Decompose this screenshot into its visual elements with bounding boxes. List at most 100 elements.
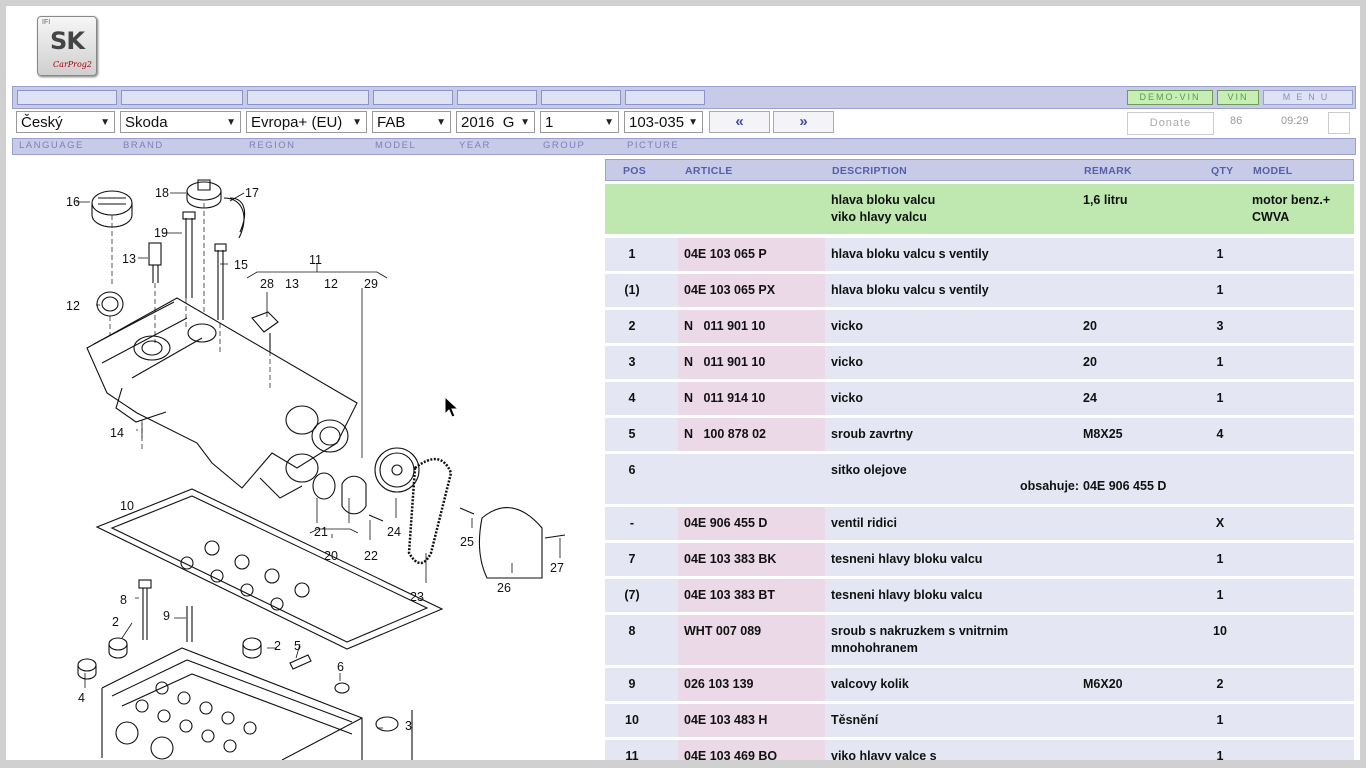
row-article[interactable]: N 011 901 10 <box>684 318 765 335</box>
callout-12[interactable]: 12 <box>66 299 80 313</box>
row-article[interactable]: N 011 914 10 <box>684 390 765 407</box>
row-contains-value[interactable]: 04E 906 455 D <box>1083 479 1166 493</box>
callout-26[interactable]: 26 <box>497 581 511 595</box>
row-article[interactable]: 04E 103 383 BK <box>684 551 776 568</box>
row-article[interactable]: 04E 103 065 PX <box>684 282 775 299</box>
row-qty: 1 <box>1216 391 1224 405</box>
vin-button[interactable]: VIN <box>1217 90 1259 105</box>
label-picture: PICTURE <box>627 140 680 151</box>
callout-29[interactable]: 29 <box>364 277 378 291</box>
row-qty: X <box>1215 516 1225 530</box>
callout-13[interactable]: 13 <box>122 252 136 266</box>
callout-21[interactable]: 21 <box>314 525 328 539</box>
brand-select[interactable]: Skoda ▼ <box>120 111 241 133</box>
donate-button[interactable]: Donate <box>1127 112 1214 135</box>
history-slot-5[interactable] <box>457 90 537 105</box>
next-picture-button[interactable]: » <box>773 111 834 133</box>
row-qty: 4 <box>1216 427 1224 441</box>
callout-12b[interactable]: 12 <box>324 277 338 291</box>
callout-16[interactable]: 16 <box>66 195 80 209</box>
history-slot-6[interactable] <box>541 90 621 105</box>
history-slot-1[interactable] <box>17 90 117 105</box>
row-article[interactable]: N 011 901 10 <box>684 354 765 371</box>
callout-27[interactable]: 27 <box>550 561 564 575</box>
group-select[interactable]: 1 ▼ <box>540 111 619 133</box>
summary-row: hlava bloku valcu viko hlavy valcu 1,6 l… <box>605 184 1354 234</box>
callout-28[interactable]: 28 <box>260 277 274 291</box>
row-article[interactable]: 04E 103 483 H <box>684 712 767 729</box>
region-select[interactable]: Evropa+ (EU) ▼ <box>246 111 367 133</box>
row-description: sitko olejove <box>831 463 907 477</box>
chevron-down-icon: ▼ <box>604 117 614 128</box>
callout-6[interactable]: 6 <box>337 660 344 674</box>
history-slot-2[interactable] <box>121 90 243 105</box>
table-row[interactable]: 11 04E 103 469 BQ viko hlavy valce s 1 <box>605 740 1354 760</box>
exploded-view-drawing: 16 18 17 19 13 15 11 28 13 12 29 12 14 1… <box>66 179 566 760</box>
callout-15[interactable]: 15 <box>234 258 248 272</box>
table-row[interactable]: 6 sitko olejove obsahuje: 04E 906 455 D <box>605 454 1354 504</box>
table-row[interactable]: - 04E 906 455 D ventil ridici X <box>605 507 1354 540</box>
callout-9[interactable]: 9 <box>163 609 170 623</box>
callout-18[interactable]: 18 <box>155 186 169 200</box>
clock-text: 09:29 <box>1281 115 1309 127</box>
table-row[interactable]: 1 04E 103 065 P hlava bloku valcu s vent… <box>605 238 1354 271</box>
carprog-logo[interactable]: IFI SK CarProg2 <box>37 16 97 76</box>
table-row[interactable]: (1) 04E 103 065 PX hlava bloku valcu s v… <box>605 274 1354 307</box>
table-row[interactable]: 7 04E 103 383 BK tesneni hlavy bloku val… <box>605 543 1354 576</box>
callout-14[interactable]: 14 <box>110 426 124 440</box>
callout-5[interactable]: 5 <box>294 639 301 653</box>
language-select[interactable]: Český ▼ <box>16 111 115 133</box>
picture-select[interactable]: 103-035 ▼ <box>624 111 703 133</box>
logo-sk-text: SK <box>50 27 85 55</box>
row-pos: (1) <box>624 283 640 297</box>
row-article[interactable]: 026 103 139 <box>684 676 754 693</box>
history-slot-7[interactable] <box>625 90 705 105</box>
row-article[interactable]: 04E 103 383 BT <box>684 587 775 604</box>
table-row[interactable]: (7) 04E 103 383 BT tesneni hlavy bloku v… <box>605 579 1354 612</box>
callout-19[interactable]: 19 <box>154 226 168 240</box>
table-row[interactable]: 4 N 011 914 10 vicko 24 1 <box>605 382 1354 415</box>
year-select[interactable]: 2016 G ▼ <box>456 111 535 133</box>
callout-23[interactable]: 23 <box>410 590 424 604</box>
table-row[interactable]: 3 N 011 901 10 vicko 20 1 <box>605 346 1354 379</box>
callout-11[interactable]: 11 <box>309 253 322 267</box>
row-article[interactable]: 04E 906 455 D <box>684 515 767 532</box>
callout-2a[interactable]: 2 <box>112 615 119 629</box>
menu-button[interactable]: MENU <box>1263 90 1353 105</box>
row-description: vicko <box>831 355 863 369</box>
callout-25[interactable]: 25 <box>460 535 474 549</box>
history-slot-4[interactable] <box>373 90 453 105</box>
callout-3[interactable]: 3 <box>405 719 412 733</box>
previous-picture-button[interactable]: « <box>709 111 770 133</box>
callout-4[interactable]: 4 <box>78 691 85 705</box>
row-article[interactable]: WHT 007 089 <box>684 623 761 640</box>
label-model: MODEL <box>375 140 417 151</box>
history-slot-3[interactable] <box>247 90 369 105</box>
table-row[interactable]: 5 N 100 878 02 sroub zavrtny M8X25 4 <box>605 418 1354 451</box>
row-pos: 1 <box>628 247 636 261</box>
callout-22[interactable]: 22 <box>364 549 378 563</box>
summary-remark: 1,6 litru <box>1083 193 1128 207</box>
table-row[interactable]: 9 026 103 139 valcovy kolik M6X20 2 <box>605 668 1354 701</box>
row-article[interactable]: 04E 103 469 BQ <box>684 748 777 760</box>
demo-vin-button[interactable]: DEMO-VIN <box>1127 90 1213 105</box>
brand-select-value: Skoda <box>125 114 168 131</box>
row-description: sroub zavrtny <box>831 427 913 441</box>
chevron-down-icon: ▼ <box>352 117 362 128</box>
parts-diagram[interactable]: 16 18 17 19 13 15 11 28 13 12 29 12 14 1… <box>12 158 597 760</box>
row-article[interactable]: 04E 103 065 P <box>684 246 767 263</box>
table-row[interactable]: 8 WHT 007 089 sroub s nakruzkem s vnitrn… <box>605 615 1354 665</box>
callout-10[interactable]: 10 <box>120 499 134 513</box>
callout-8[interactable]: 8 <box>120 593 127 607</box>
table-row[interactable]: 2 N 011 901 10 vicko 20 3 <box>605 310 1354 343</box>
row-article[interactable]: N 100 878 02 <box>684 426 766 443</box>
callout-17[interactable]: 17 <box>245 186 259 200</box>
table-row[interactable]: 10 04E 103 483 H Těsnění 1 <box>605 704 1354 737</box>
model-select[interactable]: FAB ▼ <box>372 111 451 133</box>
extra-box[interactable] <box>1328 112 1350 134</box>
callout-13b[interactable]: 13 <box>285 277 299 291</box>
callout-20[interactable]: 20 <box>324 549 338 563</box>
region-select-value: Evropa+ (EU) <box>251 114 343 131</box>
callout-2b[interactable]: 2 <box>274 639 281 653</box>
callout-24[interactable]: 24 <box>387 525 401 539</box>
